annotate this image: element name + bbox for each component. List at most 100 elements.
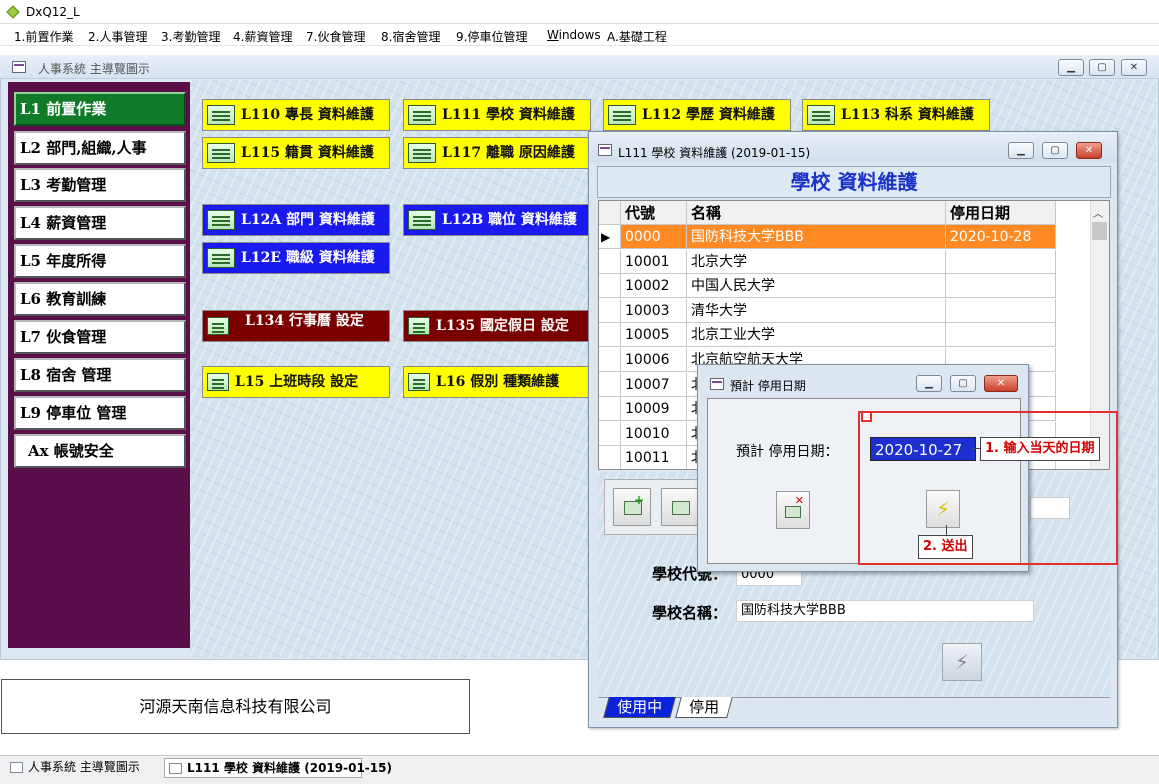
school-name-label: 學校名稱： xyxy=(652,604,728,622)
row-indicator[interactable] xyxy=(599,421,621,446)
main-window-titlebar xyxy=(0,55,1159,79)
grid-cell-name[interactable]: 国防科技大学BBB xyxy=(687,225,946,249)
button-l15[interactable]: L15 上班時段 設定 xyxy=(202,366,390,398)
grid-header-name[interactable]: 名稱 xyxy=(687,201,946,225)
grid-cell-code[interactable]: 10007 xyxy=(621,372,687,397)
button-l16[interactable]: L16 假別 種類維護 xyxy=(403,366,591,398)
nav-item-payroll[interactable]: L4 薪資管理 xyxy=(14,206,186,240)
grid-cell-stop[interactable]: 2020-10-28 xyxy=(946,225,1056,249)
tab-active[interactable]: 使用中 xyxy=(603,697,676,718)
menu-item-setup[interactable]: 1.前置作業 xyxy=(14,28,73,45)
button-l12e[interactable]: L12E 職級 資料維護 xyxy=(202,242,390,274)
grid-cell-name[interactable]: 北京工业大学 xyxy=(687,323,946,348)
grid-cell-name[interactable]: 中国人民大学 xyxy=(687,274,946,299)
current-row-indicator-icon[interactable]: ▶ xyxy=(599,225,621,249)
l111-close-button[interactable]: ✕ xyxy=(1076,142,1102,159)
tab-stopped[interactable]: 停用 xyxy=(675,697,733,718)
menu-item-attendance[interactable]: 3.考勤管理 xyxy=(161,28,220,45)
menu-item-dormitory[interactable]: 8.宿舍管理 xyxy=(381,28,440,45)
grid-cell-code[interactable]: 10006 xyxy=(621,348,687,372)
grid-cell-name[interactable]: 北京大学 xyxy=(687,249,946,274)
nav-item-meals[interactable]: L7 伙食管理 xyxy=(14,320,186,354)
row-indicator[interactable] xyxy=(599,249,621,274)
menu-item-personnel[interactable]: 2.人事管理 xyxy=(88,28,147,45)
window-icon xyxy=(169,763,182,774)
row-indicator[interactable] xyxy=(599,274,621,299)
l111-header: 學校 資料維護 xyxy=(597,166,1111,198)
submit-button[interactable]: ⚡ xyxy=(942,643,982,681)
nav-item-dormitory[interactable]: L8 宿舍 管理 xyxy=(14,358,186,392)
add-record-button[interactable]: + xyxy=(613,488,651,526)
grid-header-stop-date[interactable]: 停用日期 xyxy=(946,201,1056,225)
nav-item-annual-income[interactable]: L5 年度所得 xyxy=(14,244,186,278)
nav-item-account-security[interactable]: Ax 帳號安全 xyxy=(14,434,186,468)
menu-item-windows[interactable]: Windows xyxy=(547,28,601,42)
menu-item-parking[interactable]: 9.停車位管理 xyxy=(456,28,527,45)
menu-item-base-engineering[interactable]: A.基礎工程 xyxy=(607,28,667,45)
grid-cell-code[interactable]: 10005 xyxy=(621,323,687,348)
nav-item-attendance[interactable]: L3 考勤管理 xyxy=(14,168,186,202)
grid-header-code[interactable]: 代號 xyxy=(621,201,687,225)
nav-item-training[interactable]: L6 教育訓練 xyxy=(14,282,186,316)
grid-cell-code[interactable]: 10010 xyxy=(621,421,687,446)
button-l117[interactable]: L117 離職 原因維護 xyxy=(403,137,591,169)
button-l135[interactable]: L135 國定假日 設定 xyxy=(403,310,591,342)
grid-cell-code[interactable]: 10002 xyxy=(621,274,687,299)
edit-record-button[interactable] xyxy=(661,488,699,526)
window-icon xyxy=(12,61,26,73)
maximize-button[interactable]: ▢ xyxy=(1089,59,1115,76)
grid-cell-stop[interactable] xyxy=(946,249,1056,274)
row-indicator[interactable] xyxy=(599,323,621,348)
row-indicator[interactable] xyxy=(599,397,621,422)
school-name-field[interactable]: 国防科技大学BBB xyxy=(736,600,1034,622)
minimize-button[interactable]: ▁ xyxy=(1058,59,1084,76)
l111-maximize-button[interactable]: ▢ xyxy=(1042,142,1068,159)
grid-cell-code[interactable]: 0000 xyxy=(621,225,687,249)
taskbar-item-main[interactable]: 人事系統 主導覽圖示 xyxy=(6,758,156,778)
grid-icon xyxy=(807,105,835,125)
menu-item-payroll[interactable]: 4.薪資管理 xyxy=(233,28,292,45)
calendar-icon xyxy=(408,317,430,335)
app-logo-icon xyxy=(6,5,20,19)
row-indicator[interactable] xyxy=(599,298,621,323)
button-l112[interactable]: L112 學歷 資料維護 xyxy=(603,99,791,131)
grid-cell-code[interactable]: 10011 xyxy=(621,446,687,469)
dialog-cancel-button[interactable]: ✕ xyxy=(776,491,810,529)
button-l111[interactable]: L111 學校 資料維護 xyxy=(403,99,591,131)
grid-icon xyxy=(408,210,436,230)
grid-row-indicator-header xyxy=(599,201,621,225)
taskbar-item-l111[interactable]: L111 學校 資料維護 (2019-01-15) xyxy=(164,758,392,778)
button-l113[interactable]: L113 科系 資料維護 xyxy=(802,99,990,131)
grid-cell-stop[interactable] xyxy=(946,323,1056,348)
stop-date-label: 預計 停用日期： xyxy=(736,444,839,460)
nav-item-department[interactable]: L2 部門,組織,人事 xyxy=(14,131,186,165)
button-l134[interactable]: L134 行事曆 設定 xyxy=(202,310,390,342)
main-window-title: 人事系統 主導覽圖示 xyxy=(38,62,150,76)
grid-cell-code[interactable]: 10009 xyxy=(621,397,687,422)
delete-icon: ✕ xyxy=(794,494,804,507)
scroll-thumb[interactable] xyxy=(1092,222,1107,240)
lightning-icon: ⚡ xyxy=(954,650,970,674)
dialog-close-button[interactable]: ✕ xyxy=(984,375,1018,392)
dialog-maximize-button[interactable]: ▢ xyxy=(950,375,976,392)
button-l115[interactable]: L115 籍貫 資料維護 xyxy=(202,137,390,169)
button-l12b[interactable]: L12B 職位 資料維護 xyxy=(403,204,591,236)
nav-item-setup[interactable]: L1 前置作業 xyxy=(14,92,186,126)
dialog-minimize-button[interactable]: ▁ xyxy=(916,375,942,392)
grid-cell-code[interactable]: 10001 xyxy=(621,249,687,274)
clock-icon xyxy=(207,373,229,391)
grid-cell-code[interactable]: 10003 xyxy=(621,298,687,323)
grid-cell-name[interactable]: 清华大学 xyxy=(687,298,946,323)
menu-item-meals[interactable]: 7.伙食管理 xyxy=(306,28,365,45)
button-l12a[interactable]: L12A 部門 資料維護 xyxy=(202,204,390,236)
nav-item-parking[interactable]: L9 停車位 管理 xyxy=(14,396,186,430)
scroll-up-icon[interactable]: ︿ xyxy=(1093,205,1103,220)
close-button[interactable]: ✕ xyxy=(1121,59,1147,76)
row-indicator[interactable] xyxy=(599,372,621,397)
row-indicator[interactable] xyxy=(599,348,621,372)
row-indicator[interactable] xyxy=(599,446,621,469)
button-l110[interactable]: L110 專長 資料維護 xyxy=(202,99,390,131)
grid-cell-stop[interactable] xyxy=(946,274,1056,299)
grid-cell-stop[interactable] xyxy=(946,298,1056,323)
l111-minimize-button[interactable]: ▁ xyxy=(1008,142,1034,159)
